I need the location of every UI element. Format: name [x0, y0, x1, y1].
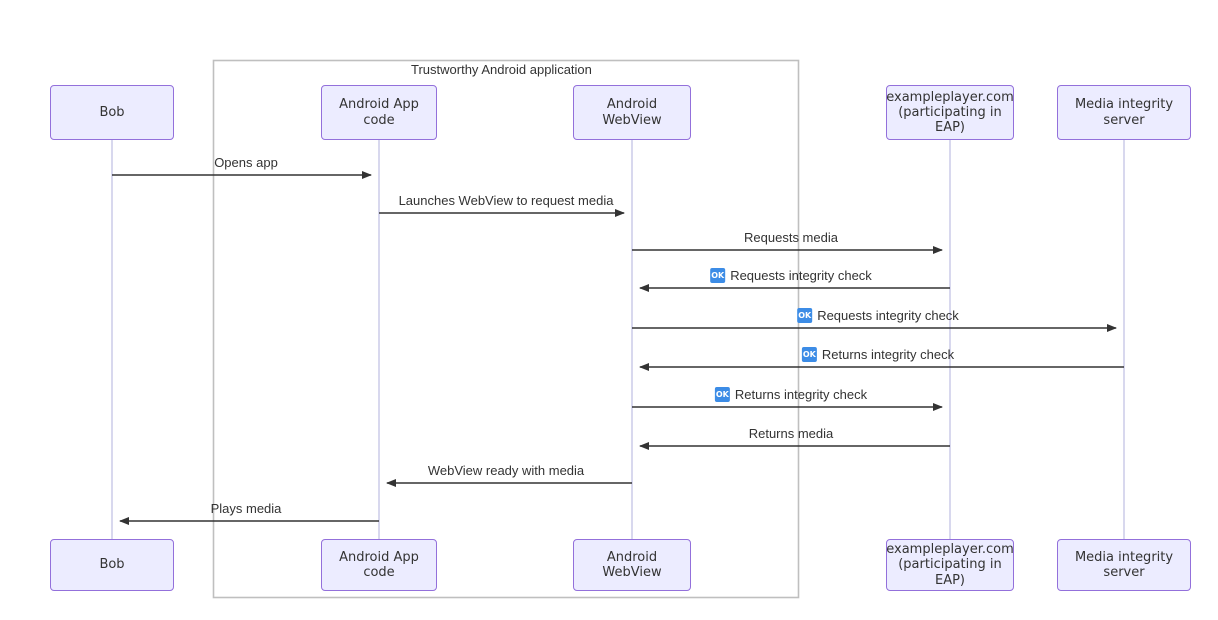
- message-label-1: Opens app: [214, 155, 278, 170]
- participant-box-webview-bottom[interactable]: Android WebView: [573, 539, 691, 591]
- participant-label-webview-bottom: Android WebView: [602, 549, 662, 580]
- participant-label-player-bottom: exampleplayer.com (participating in EAP): [886, 542, 1014, 588]
- message-label-3: Requests media: [744, 230, 838, 245]
- message-label-8: Returns media: [749, 426, 834, 441]
- participant-label-bob-bottom: Bob: [99, 557, 125, 573]
- message-text-6: Returns integrity check: [821, 347, 955, 362]
- message-text-8: Returns media: [748, 426, 834, 441]
- participant-label-bob-top: Bob: [99, 104, 125, 120]
- message-text-3: Requests media: [744, 230, 838, 245]
- sequence-diagram: Trustworthy Android application Bob Andr…: [0, 0, 1218, 620]
- participant-label-webview-top: Android WebView: [602, 97, 662, 128]
- message-label-4: OK Requests integrity check: [710, 268, 872, 283]
- participant-box-integrity-top[interactable]: Media integrity server: [1057, 85, 1191, 140]
- participant-box-player-top[interactable]: exampleplayer.com (participating in EAP): [886, 85, 1014, 140]
- message-label-6: OK Returns integrity check: [801, 347, 955, 362]
- message-text-4: Requests integrity check: [730, 268, 872, 283]
- message-label-2: Launches WebView to request media: [399, 193, 614, 208]
- participant-box-player-bottom[interactable]: exampleplayer.com (participating in EAP): [886, 539, 1014, 591]
- participant-box-app-bottom[interactable]: Android App code: [321, 539, 437, 591]
- message-label-10: Plays media: [211, 501, 282, 516]
- message-text-2: Launches WebView to request media: [398, 193, 614, 208]
- ok-badge-6: OK: [801, 347, 817, 362]
- participant-label-integrity-top: Media integrity server: [1074, 97, 1174, 128]
- ok-badge-7: OK: [714, 387, 730, 402]
- ok-badge-4: OK: [710, 268, 726, 283]
- group-label: Trustworthy Android application: [411, 62, 592, 77]
- message-text-1: Opens app: [214, 155, 278, 170]
- message-label-9: WebView ready with media: [428, 463, 584, 478]
- message-text-10: Plays media: [210, 501, 282, 516]
- group-frame: [212, 59, 800, 599]
- message-text-5: Requests integrity check: [817, 308, 959, 323]
- participant-label-app-bottom: Android App code: [339, 549, 419, 580]
- message-label-7: OK Returns integrity check: [714, 387, 868, 402]
- message-text-9: WebView ready with media: [427, 463, 585, 478]
- message-label-5: OK Requests integrity check: [797, 308, 959, 323]
- participant-label-player-top: exampleplayer.com (participating in EAP): [886, 89, 1014, 136]
- participant-box-app-top[interactable]: Android App code: [321, 85, 437, 140]
- participant-box-integrity-bottom[interactable]: Media integrity server: [1057, 539, 1191, 591]
- participant-label-integrity-bottom: Media integrity server: [1074, 549, 1174, 580]
- participant-box-bob-top[interactable]: Bob: [50, 85, 174, 140]
- participant-box-webview-top[interactable]: Android WebView: [573, 85, 691, 140]
- ok-badge-5: OK: [797, 308, 813, 323]
- message-arrows: [112, 171, 1124, 525]
- lifelines: [111, 140, 1125, 539]
- participant-box-bob-bottom[interactable]: Bob: [50, 539, 174, 591]
- participant-label-app-top: Android App code: [339, 97, 419, 128]
- message-text-7: Returns integrity check: [734, 387, 868, 402]
